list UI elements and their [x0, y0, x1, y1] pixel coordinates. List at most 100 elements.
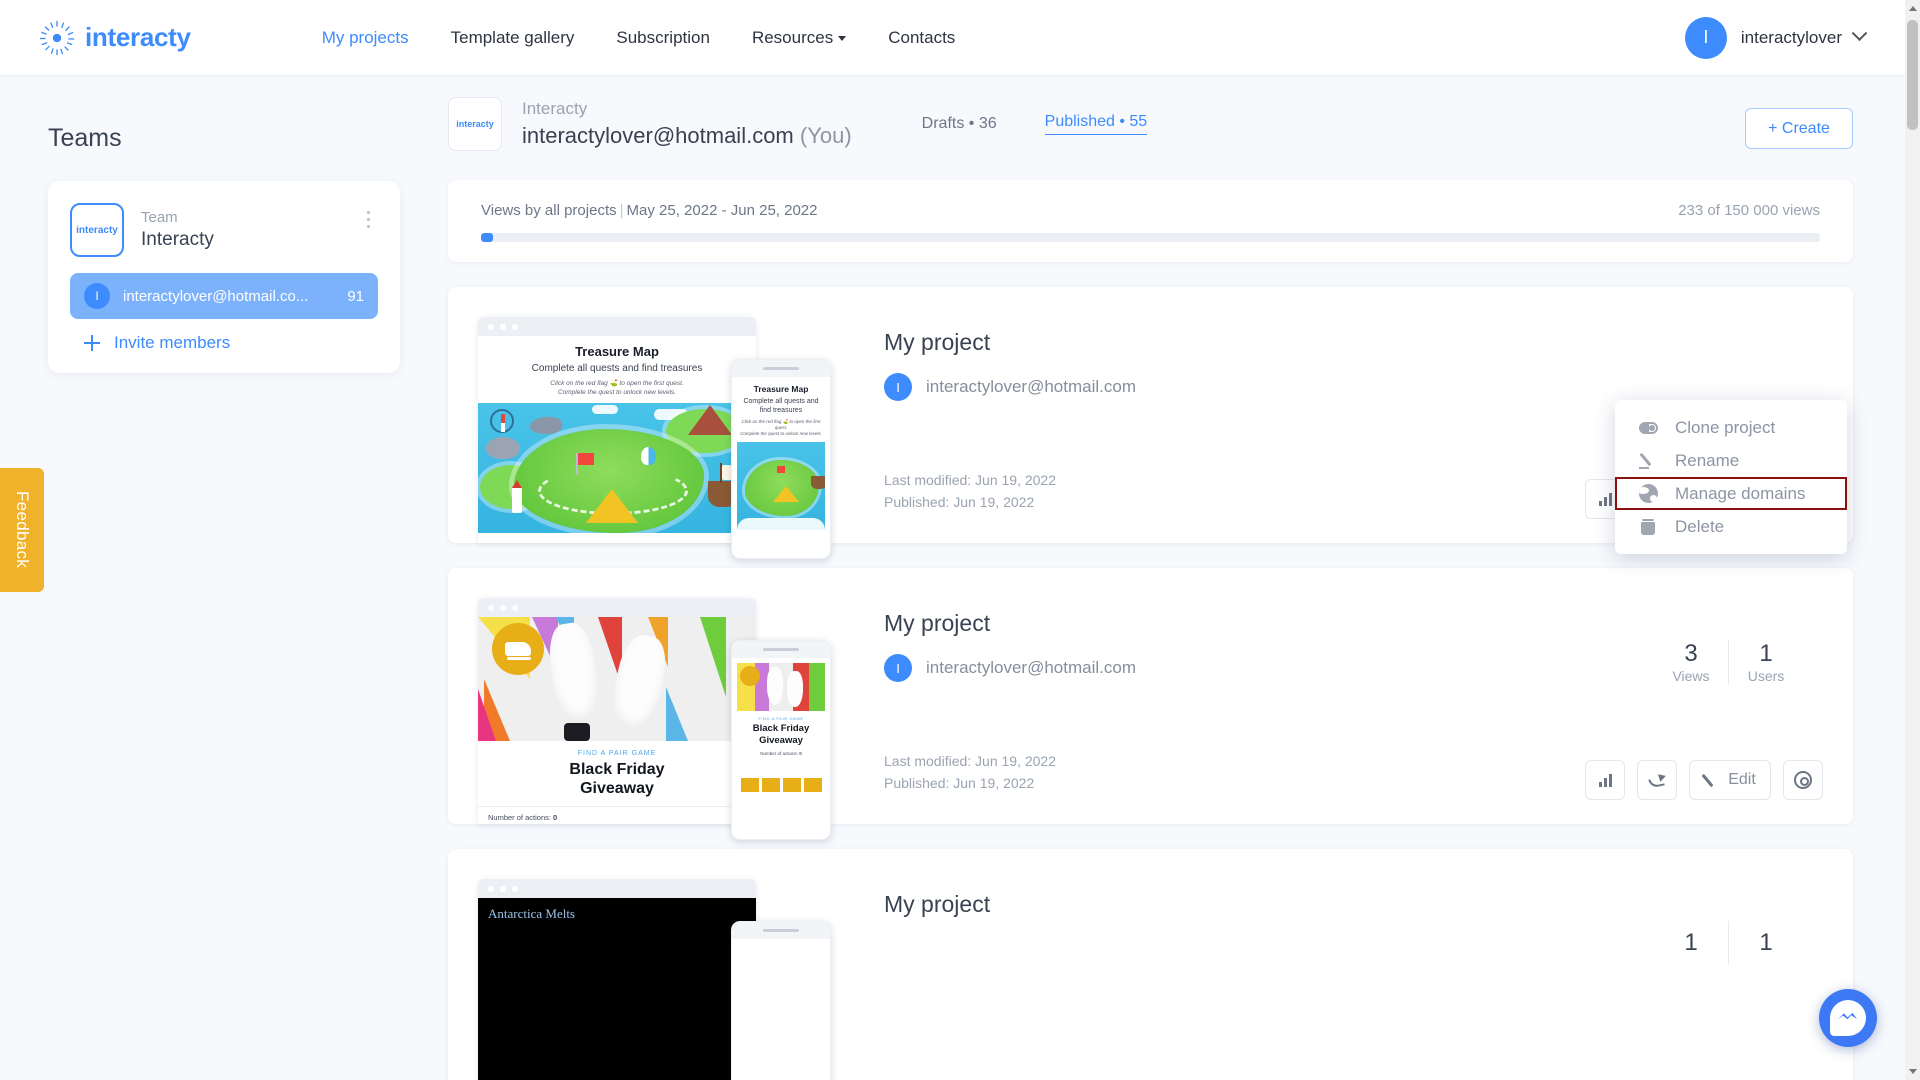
treasure-map-artwork [478, 403, 756, 533]
nav-link-resources[interactable]: Resources [731, 28, 867, 48]
top-navigation-bar: interacty My projects Template gallery S… [0, 0, 1905, 75]
thumb-mobile-actions: Number of actions: 0 [732, 751, 830, 756]
thumb-title-line-2: Giveaway [580, 780, 654, 797]
whale-shape [530, 417, 562, 434]
member-email: interactylover@hotmail.co... [123, 287, 309, 305]
thumb-note-line-2: Complete the quest to unlock new levels. [557, 389, 677, 396]
page-scrollbar[interactable] [1905, 0, 1920, 1080]
team-logo-label: interacty [76, 224, 118, 236]
pencil-icon [1704, 772, 1720, 788]
scroll-up-arrow-icon[interactable] [1905, 0, 1920, 17]
stat-views: 1 [1654, 929, 1728, 957]
share-button[interactable] [1637, 760, 1677, 800]
team-card: interacty Team Interacty I interactylove… [48, 181, 400, 373]
thumb-mobile-note-1: Click on the red flag ⛳ to open the firs… [741, 419, 821, 430]
thumb-note: Click on the red flag ⛳ to open the firs… [478, 379, 756, 397]
dot [500, 604, 506, 611]
project-owner-email: interactylover@hotmail.com [926, 377, 1136, 396]
nav-link-contacts[interactable]: Contacts [867, 28, 976, 48]
team-options-button[interactable] [360, 211, 376, 232]
messenger-bolt-icon [1838, 1012, 1858, 1020]
create-button[interactable]: + Create [1745, 108, 1853, 149]
user-name: interactylover [1740, 27, 1842, 47]
thumbnail-desktop-preview: Antarctica Melts [478, 879, 756, 1080]
thumb-actions-row: Number of actions: 0 ⏱ 0 [478, 806, 756, 823]
menu-item-manage-domains[interactable]: Manage domains [1615, 477, 1847, 510]
project-card-body: My project I interactylover@hotmail.com … [858, 598, 1853, 824]
plus-icon [84, 335, 100, 351]
scrollbar-thumb[interactable] [1907, 20, 1918, 130]
avatar: I [1684, 16, 1727, 59]
memory-card [803, 778, 822, 792]
settings-button[interactable] [1783, 760, 1823, 800]
main-content: interacty Interacty interactylover@hotma… [448, 75, 1853, 1080]
trash-icon [1637, 518, 1659, 535]
thumb-mobile-title-2: Giveaway [759, 735, 803, 746]
thumb-title: Treasure Map [575, 344, 659, 359]
views-label-text: Views by all projects [481, 202, 617, 219]
nav-link-label: Subscription [616, 27, 710, 47]
menu-item-label: Rename [1675, 450, 1740, 470]
project-card[interactable]: Antarctica Melts My project 1 1 [448, 849, 1853, 1080]
brand-logo[interactable]: interacty [38, 19, 191, 57]
thumb-mobile-subtitle: Complete all quests and find treasures [743, 398, 819, 414]
page-title: Teams [48, 124, 122, 152]
project-header: interacty Interacty interactylover@hotma… [448, 75, 1853, 151]
workspace-you-suffix: (You) [799, 122, 852, 148]
sidebar-member-item[interactable]: I interactylover@hotmail.co... 91 [70, 273, 378, 319]
avatar: I [884, 654, 912, 682]
menu-item-rename[interactable]: Rename [1615, 444, 1847, 477]
thumbnail-desktop-preview: FIND A PAIR GAME Black Friday Giveaway N… [478, 598, 756, 824]
views-progress-fill [481, 233, 494, 242]
invite-members-label: Invite members [114, 333, 231, 352]
messenger-chat-button[interactable] [1819, 989, 1877, 1047]
pyramid-shape [773, 486, 799, 502]
scroll-down-arrow-icon[interactable] [1905, 1063, 1920, 1080]
thumb-title-line-1: Black Friday [569, 761, 665, 778]
project-thumbnail[interactable]: Antarctica Melts [478, 879, 858, 1080]
project-thumbnail[interactable]: Treasure Map Complete all quests and fin… [478, 317, 858, 559]
nav-link-subscription[interactable]: Subscription [595, 28, 731, 48]
black-friday-photo-mobile [737, 663, 825, 711]
workspace-logo: interacty [448, 96, 502, 151]
invite-members-button[interactable]: Invite members [70, 333, 378, 353]
red-flag-icon [777, 466, 785, 473]
stat-label: Views [1672, 668, 1710, 684]
thumb-title: Antarctica Melts [488, 906, 575, 921]
share-icon [1649, 774, 1666, 787]
stats-button[interactable] [1585, 760, 1625, 800]
project-actions: Edit [1585, 760, 1823, 800]
project-title: My project [884, 891, 991, 917]
project-card[interactable]: FIND A PAIR GAME Black Friday Giveaway N… [448, 568, 1853, 840]
teams-sidebar: Teams interacty Team Interacty I interac… [0, 75, 400, 373]
nav-link-template-gallery[interactable]: Template gallery [430, 28, 596, 48]
compass-icon [490, 409, 514, 433]
menu-item-delete[interactable]: Delete [1615, 510, 1847, 543]
user-menu[interactable]: I interactylover [1684, 0, 1868, 75]
menu-item-label: Manage domains [1675, 483, 1806, 503]
dot [366, 218, 370, 221]
stat-label: Users [1747, 668, 1785, 684]
project-last-modified: Last modified: Jun 19, 2022 [884, 753, 1057, 769]
dot [512, 323, 518, 330]
bar-chart-icon [1598, 773, 1612, 787]
shoe-badge [740, 666, 760, 686]
cloud-shape [737, 518, 825, 530]
tab-published[interactable]: Published • 55 [1044, 113, 1148, 135]
clone-icon [1637, 421, 1659, 434]
feedback-tab[interactable]: Feedback [0, 468, 44, 592]
project-thumbnail[interactable]: FIND A PAIR GAME Black Friday Giveaway N… [478, 598, 858, 840]
phone-notch [763, 648, 799, 651]
dot [512, 885, 518, 892]
tab-drafts[interactable]: Drafts • 36 [922, 115, 997, 133]
menu-item-clone-project[interactable]: Clone project [1615, 411, 1847, 444]
edit-button[interactable]: Edit [1689, 760, 1771, 800]
views-summary-card: Views by all projects | May 25, 2022 - Jun… [448, 180, 1853, 262]
gear-icon [1794, 771, 1812, 789]
phone-status-bar [732, 360, 830, 377]
project-stats: 1 1 [1654, 921, 1803, 965]
phone-status-bar [732, 922, 830, 939]
nav-link-my-projects[interactable]: My projects [301, 28, 430, 48]
pencil-icon [1637, 452, 1659, 469]
confetti-shape [666, 687, 710, 741]
